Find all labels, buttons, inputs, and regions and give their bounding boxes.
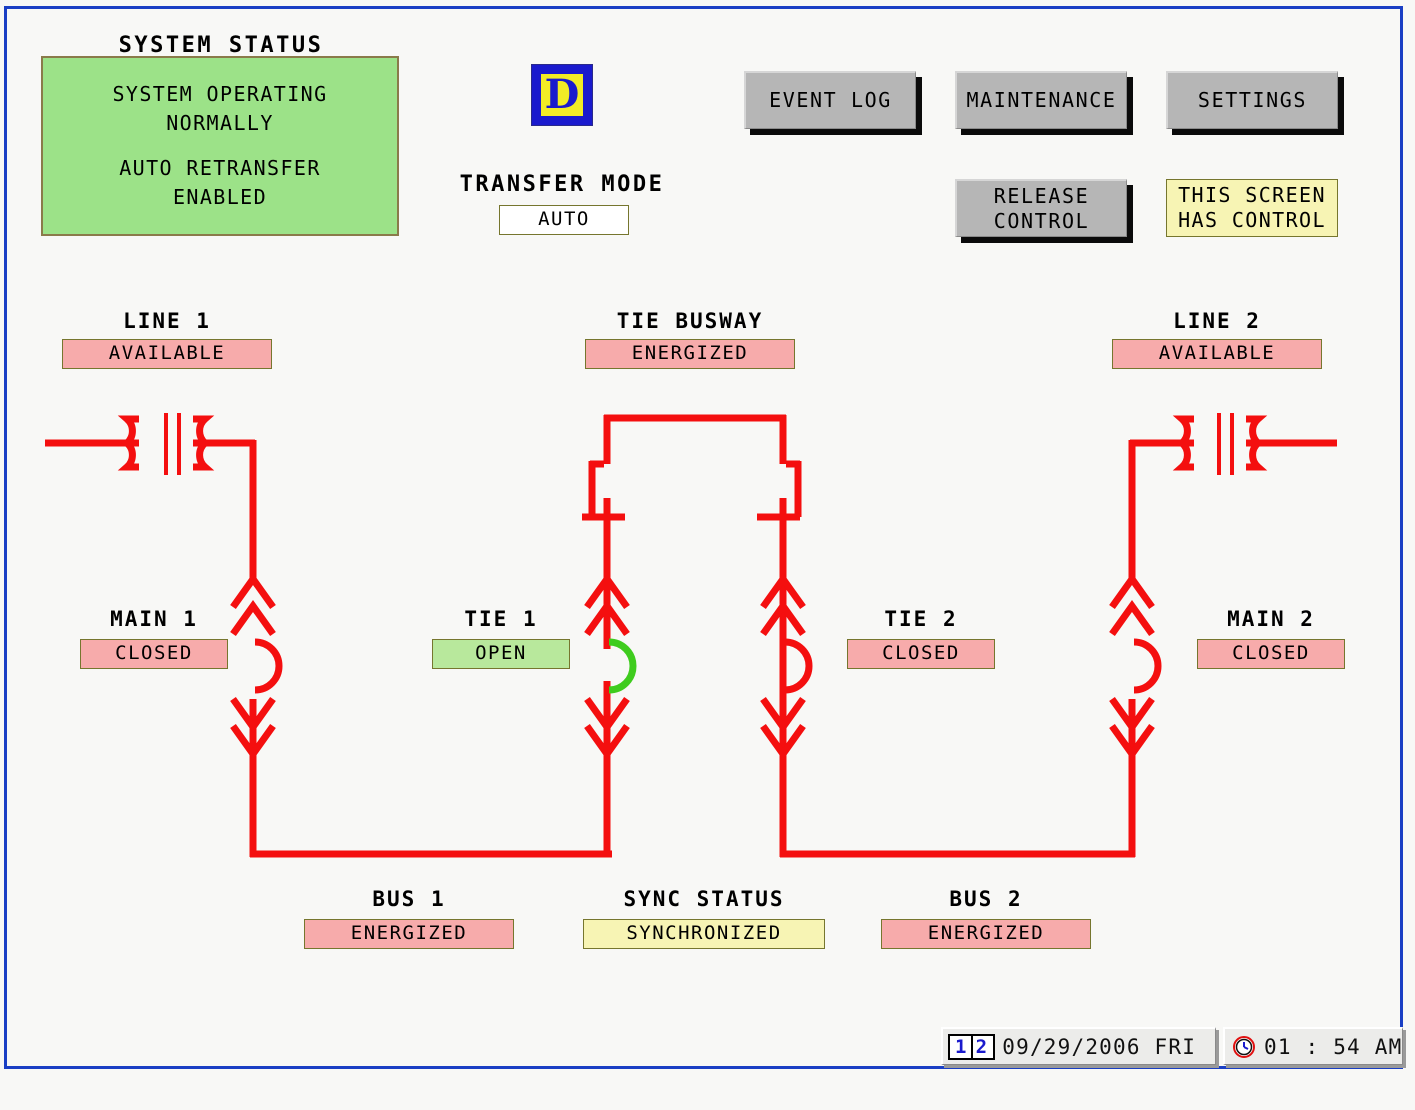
tie2-title: TIE 2: [884, 607, 958, 631]
date-status-panel[interactable]: 1 2 09/29/2006 FRI: [941, 1027, 1216, 1065]
bus2-title: BUS 2: [949, 887, 1023, 911]
clock-icon: [1232, 1035, 1256, 1059]
tie1-status[interactable]: OPEN: [432, 639, 570, 669]
page-indicator-icon[interactable]: 1 2: [948, 1033, 996, 1060]
date-value: 09/29/2006 FRI: [1002, 1034, 1197, 1059]
main2-contact-arc: [1133, 638, 1162, 694]
line1-title: LINE 1: [123, 309, 211, 333]
main1-title: MAIN 1: [110, 607, 198, 631]
tie1-contact-arc-open: [608, 638, 637, 694]
main2-status[interactable]: CLOSED: [1197, 639, 1345, 669]
line2-status: AVAILABLE: [1112, 339, 1322, 369]
line1-xfmr-coil-a: [117, 415, 139, 447]
main2-chevron-up-inner: [1109, 599, 1155, 637]
main2-title: MAIN 2: [1227, 607, 1315, 631]
window-frame: SYSTEM STATUS SYSTEM OPERATING NORMALLY …: [4, 6, 1403, 1069]
tie-busway-title: TIE BUSWAY: [616, 309, 764, 333]
line1-xfmr-coil-b: [117, 439, 139, 471]
line1-xfmr-coil-d: [193, 439, 215, 471]
line2-xfmr-coil-a: [1172, 415, 1194, 447]
line2-xfmr-coil-d: [1246, 439, 1268, 471]
bus2-status: ENERGIZED: [881, 919, 1091, 949]
bus1-title: BUS 1: [372, 887, 446, 911]
hmi-screen: SYSTEM STATUS SYSTEM OPERATING NORMALLY …: [0, 0, 1415, 1110]
one-line-diagram: [45, 413, 1337, 858]
bus1-status: ENERGIZED: [304, 919, 514, 949]
line2-title: LINE 2: [1173, 309, 1261, 333]
time-status-panel[interactable]: 01 : 54 AM: [1223, 1027, 1403, 1065]
line1-xfmr-coil-c: [193, 415, 215, 447]
page-indicator-left: 1: [955, 1035, 968, 1058]
line2-xfmr-coil-b: [1172, 439, 1194, 471]
main1-chevron-up-inner: [230, 599, 276, 637]
tie2-contact-arc: [784, 638, 813, 694]
tie2-status[interactable]: CLOSED: [847, 639, 995, 669]
line2-xfmr-coil-c: [1246, 415, 1268, 447]
main1-status[interactable]: CLOSED: [80, 639, 228, 669]
screen-content: SYSTEM STATUS SYSTEM OPERATING NORMALLY …: [7, 9, 1403, 1066]
sync-status-title: SYNC STATUS: [623, 887, 785, 911]
line1-status: AVAILABLE: [62, 339, 272, 369]
tie-busway-status: ENERGIZED: [585, 339, 795, 369]
sync-status-value: SYNCHRONIZED: [583, 919, 825, 949]
tie1-title: TIE 1: [464, 607, 538, 631]
main1-contact-arc: [254, 638, 283, 694]
time-value: 01 : 54 AM: [1264, 1034, 1403, 1059]
page-indicator-right: 2: [975, 1035, 989, 1058]
